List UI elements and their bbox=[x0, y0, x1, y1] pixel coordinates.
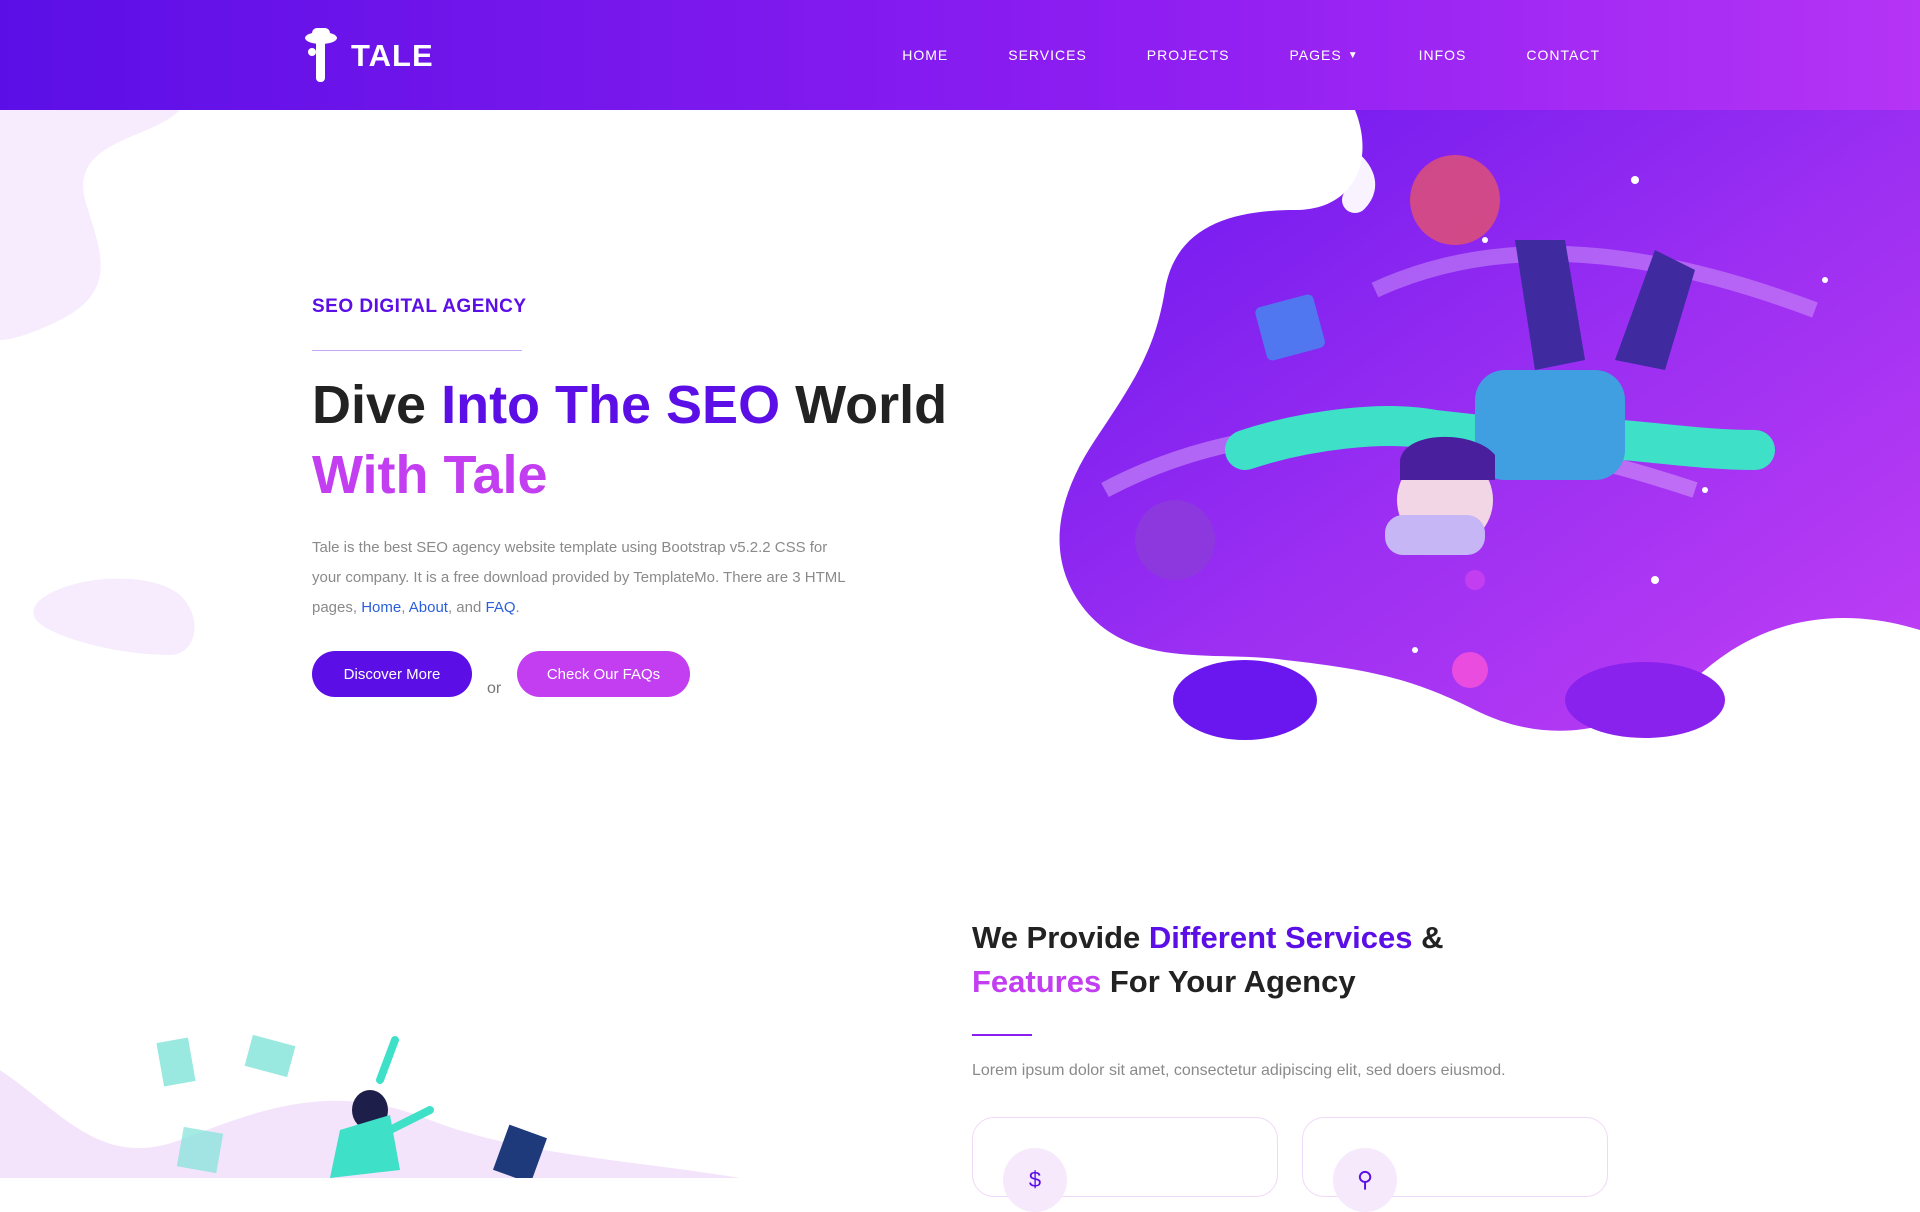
nav-infos[interactable]: INFOS bbox=[1419, 47, 1467, 63]
hero-desc-sep1: , bbox=[401, 599, 409, 616]
brand-logo[interactable]: TALE bbox=[303, 26, 434, 86]
hero-title: Dive Into The SEO World With Tale bbox=[312, 370, 947, 510]
money-globe-icon: $ bbox=[1003, 1148, 1067, 1212]
hero-illustration bbox=[1059, 110, 1920, 740]
nav-pages[interactable]: PAGES ▼ bbox=[1289, 47, 1358, 63]
or-label: or bbox=[487, 680, 502, 697]
services-h-part1: We Provide bbox=[972, 920, 1149, 955]
nav-pages-label: PAGES bbox=[1289, 47, 1342, 63]
hero-desc-sep2: , and bbox=[447, 599, 486, 616]
services-subtitle: Lorem ipsum dolor sit amet, consectetur … bbox=[972, 1062, 1506, 1079]
top-navbar: TALE HOME SERVICES PROJECTS PAGES ▼ INFOS… bbox=[0, 0, 1920, 110]
brand-name: TALE bbox=[351, 38, 434, 73]
bg-blob-left-mid bbox=[33, 578, 195, 655]
hero-title-part1: Dive bbox=[312, 375, 442, 435]
services-h-part3: & bbox=[1412, 920, 1444, 955]
hero-title-part3: World bbox=[780, 375, 948, 435]
bg-blob-top-left bbox=[0, 110, 180, 340]
link-about[interactable]: About bbox=[409, 599, 448, 616]
hero-title-part4: With Tale bbox=[312, 445, 548, 505]
nav-home[interactable]: HOME bbox=[902, 47, 948, 63]
chevron-down-icon: ▼ bbox=[1347, 49, 1359, 61]
hero-tag: SEO DIGITAL AGENCY bbox=[312, 296, 527, 317]
services-h-part5: For Your Agency bbox=[1101, 964, 1356, 999]
link-faq[interactable]: FAQ bbox=[485, 599, 515, 616]
link-home[interactable]: Home bbox=[361, 599, 401, 616]
nav-contact[interactable]: CONTACT bbox=[1526, 47, 1600, 63]
service-card[interactable]: ⚲ bbox=[1302, 1117, 1608, 1212]
nav-projects[interactable]: PROJECTS bbox=[1147, 47, 1230, 63]
search-icon: ⚲ bbox=[1333, 1148, 1397, 1212]
hero-tag-divider bbox=[312, 350, 522, 351]
main-menu: HOME SERVICES PROJECTS PAGES ▼ INFOS CONT… bbox=[842, 0, 1600, 110]
services-heading: We Provide Different Services & Features… bbox=[972, 916, 1444, 1004]
services-h-part2: Different Services bbox=[1148, 920, 1413, 955]
service-card[interactable]: $ bbox=[972, 1117, 1278, 1212]
nav-services[interactable]: SERVICES bbox=[1008, 47, 1087, 63]
logo-icon bbox=[305, 28, 337, 82]
check-faqs-button[interactable]: Check Our FAQs bbox=[517, 651, 690, 697]
hero-description: Tale is the best SEO agency website temp… bbox=[312, 533, 852, 623]
hero-desc-end: . bbox=[515, 599, 520, 616]
hero-title-part2: Into The SEO bbox=[441, 375, 781, 435]
services-divider bbox=[972, 1034, 1032, 1036]
services-h-part4: Features bbox=[972, 964, 1102, 999]
discover-more-button[interactable]: Discover More bbox=[312, 651, 472, 697]
services-illustration bbox=[0, 1034, 740, 1178]
